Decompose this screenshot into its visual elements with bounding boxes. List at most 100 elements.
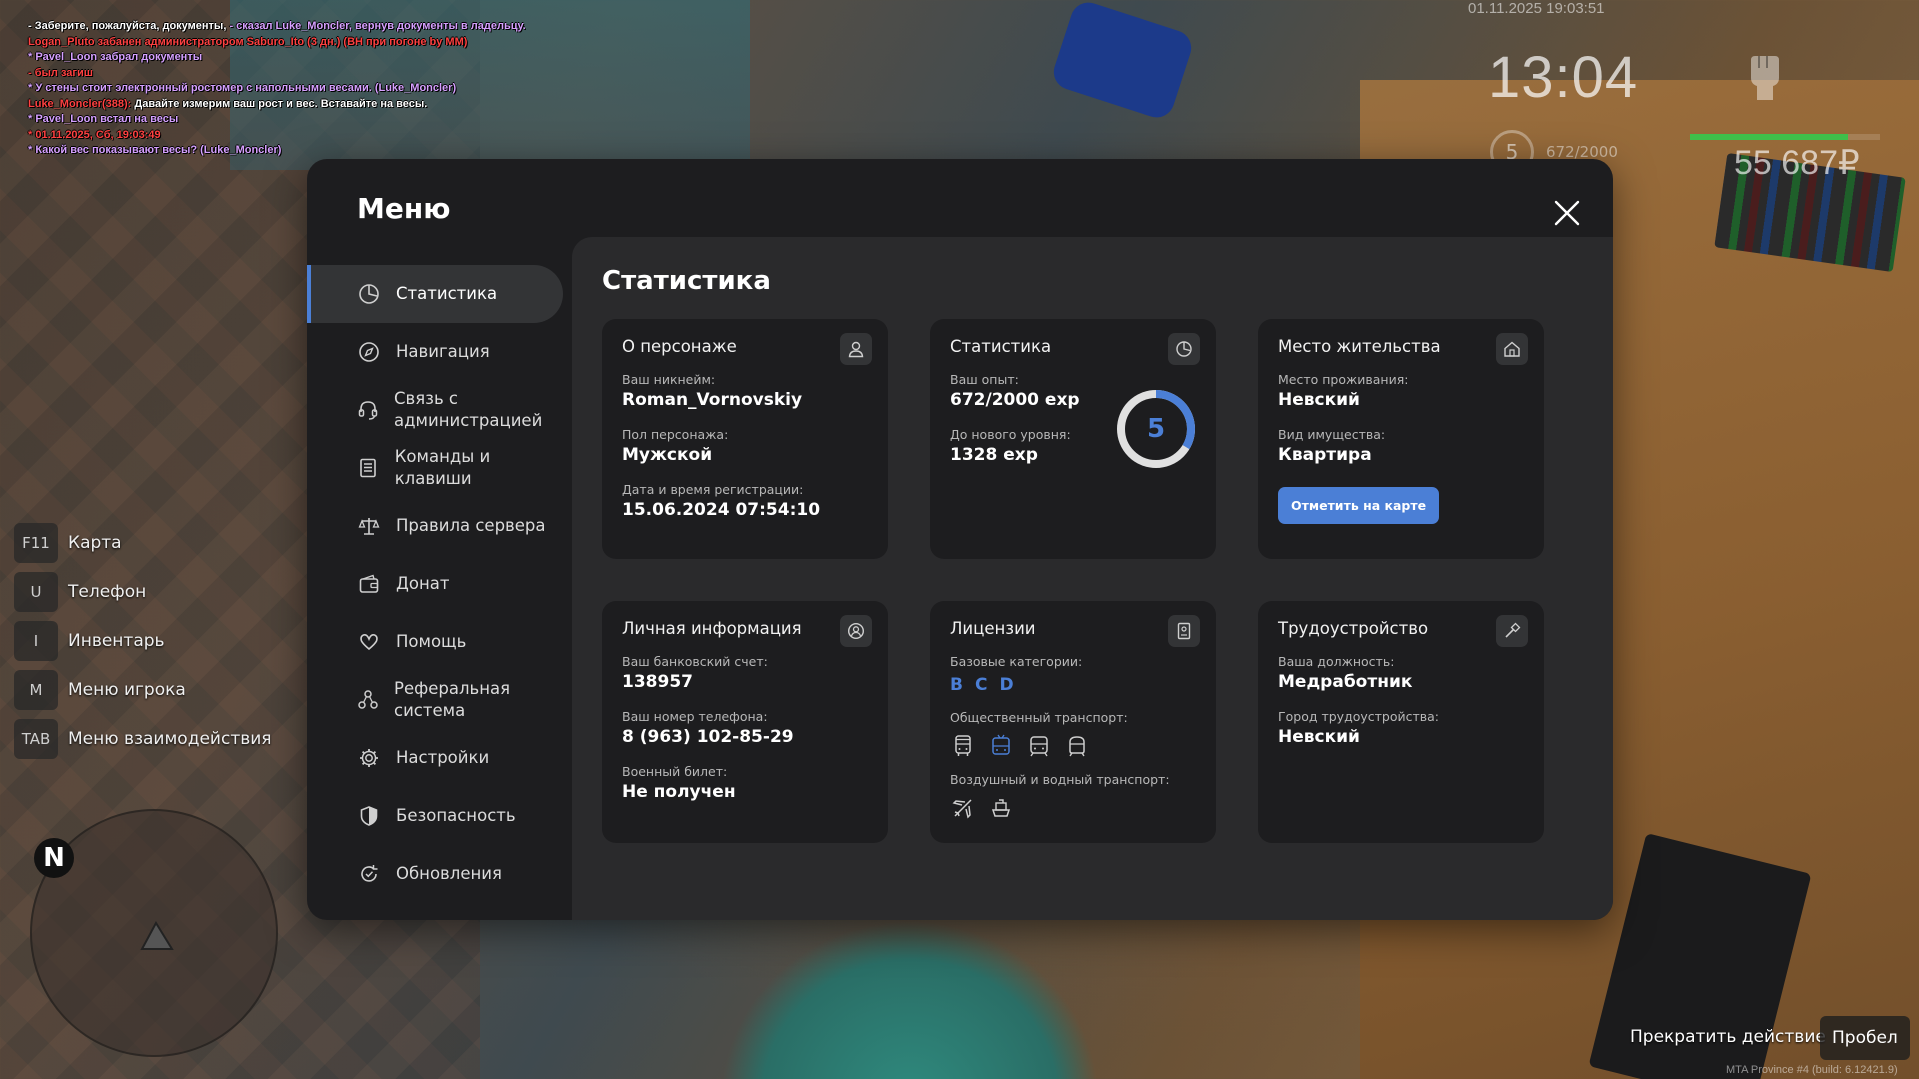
health-bar-fill (1690, 134, 1848, 140)
key-badge: I (14, 621, 58, 661)
nickname-value: Roman_Vornovskiy (622, 390, 803, 410)
shield-icon (357, 804, 381, 828)
field-label: Ваш номер телефона: (622, 709, 768, 724)
sidebar-item-label: Правила сервера (396, 516, 546, 535)
job-position-value: Медработник (1278, 672, 1413, 692)
airplane-icon (950, 795, 976, 821)
build-info: MTA Province #4 (build: 6.12421.9) (1726, 1064, 1898, 1076)
field-label: Базовые категории: (950, 654, 1083, 669)
mark-on-map-button[interactable]: Отметить на карте (1278, 487, 1440, 524)
chat-log: - Заберите, пожалуйста, документы, - ска… (28, 19, 528, 159)
wallet-icon (357, 572, 381, 596)
keybind-label: Телефон (68, 582, 147, 602)
sidebar-item-label: Обновления (396, 864, 502, 883)
sidebar-item-referral[interactable]: Реферальная система (307, 671, 563, 729)
chat-line: * Pavel_Loon забрал документы (28, 51, 203, 63)
card-character: О персонаже Ваш никнейм: Roman_Vornovski… (602, 319, 888, 559)
sidebar-item-navigation[interactable]: Навигация (307, 323, 563, 381)
close-button[interactable] (1547, 193, 1587, 233)
home-icon (1496, 333, 1528, 365)
referral-icon (357, 688, 379, 712)
keybind-inventory[interactable]: I Инвентарь (14, 620, 272, 662)
field-label: Ваш банковский счет: (622, 654, 768, 669)
chat-line: - был загиш (28, 66, 93, 79)
sidebar-item-statistics[interactable]: Статистика (307, 265, 563, 323)
keybind-label: Меню игрока (68, 680, 186, 700)
gear-icon (357, 746, 381, 770)
key-badge: F11 (14, 523, 58, 563)
tram-icon (1026, 733, 1052, 759)
sidebar-item-label: Безопасность (396, 806, 516, 825)
background-medical-bag (1049, 0, 1196, 123)
sidebar-item-donate[interactable]: Донат (307, 555, 563, 613)
card-title: Личная информация (622, 619, 802, 638)
field-label: Место проживания: (1278, 372, 1409, 387)
scales-icon (357, 514, 381, 538)
keybind-map[interactable]: F11 Карта (14, 522, 272, 564)
metro-icon (1064, 733, 1090, 759)
sidebar-item-commands[interactable]: Команды и клавиши (307, 439, 563, 497)
keybind-player-menu[interactable]: M Меню игрока (14, 669, 272, 711)
hud-date: 01.11.2025 19:03:51 (1468, 0, 1605, 17)
field-label: Ваша должность: (1278, 654, 1395, 669)
keybind-interaction-menu[interactable]: TAB Меню взаимодействия (14, 718, 272, 760)
menu-title: Меню (357, 192, 451, 225)
field-label: Дата и время регистрации: (622, 482, 804, 497)
phone-value: 8 (963) 102-85-29 (622, 727, 794, 747)
stop-action-hint: Прекратить действие (1630, 1027, 1826, 1047)
field-label: Ваш опыт: (950, 372, 1019, 387)
heart-hand-icon (357, 630, 381, 654)
chat-line: - Заберите, пожалуйста, документы, - ска… (28, 20, 526, 32)
key-badge: M (14, 670, 58, 710)
trolleybus-icon (988, 733, 1014, 759)
chat-line: * 01.11.2025, Сб, 19:03:49 (28, 128, 161, 141)
field-label: Военный билет: (622, 764, 728, 779)
background-player-character (720, 920, 1100, 1079)
user-circle-icon (840, 615, 872, 647)
military-id-value: Не получен (622, 782, 736, 802)
chat-line: Luke_Moncler(388): Давайте измерим ваш р… (28, 97, 428, 110)
keybind-label: Меню взаимодействия (68, 729, 272, 749)
sidebar-item-admin-contact[interactable]: Связь с администрацией (307, 381, 563, 439)
field-label: Общественный транспорт: (950, 710, 1128, 725)
card-licenses: Лицензии Базовые категории: B C D Общест… (930, 601, 1216, 843)
sidebar-item-label: Донат (396, 574, 450, 593)
sidebar-item-settings[interactable]: Настройки (307, 729, 563, 787)
sidebar-item-security[interactable]: Безопасность (307, 787, 563, 845)
sidebar-item-help[interactable]: Помощь (307, 613, 563, 671)
sidebar-item-updates[interactable]: Обновления (307, 845, 563, 903)
bus-icon (950, 733, 976, 759)
sidebar-item-label: Статистика (396, 284, 498, 303)
sidebar-item-server-rules[interactable]: Правила сервера (307, 497, 563, 555)
residence-place-value: Невский (1278, 390, 1360, 410)
sidebar-item-label: Команды и клавиши (394, 447, 491, 488)
sidebar-item-label: Настройки (396, 748, 490, 767)
card-title: Трудоустройство (1278, 619, 1429, 638)
page-title: Статистика (602, 266, 771, 296)
document-icon (357, 456, 380, 480)
level-progress-ring: 5 (1116, 389, 1196, 469)
stats-icon (1168, 333, 1200, 365)
license-category: D (999, 675, 1014, 695)
hud-clock: 13:04 (1488, 45, 1639, 110)
player-menu-window: Меню Статистика Навигация Связь с админи… (307, 159, 1613, 920)
license-card-icon (1168, 615, 1200, 647)
level-value: 5 (1146, 414, 1166, 444)
space-key-badge[interactable]: Пробел (1820, 1016, 1910, 1060)
chat-line: Logan_Pluto забанен администратором Sabu… (28, 35, 468, 48)
license-categories: B C D (950, 675, 1196, 695)
card-employment: Трудоустройство Ваша должность: Медработ… (1258, 601, 1544, 843)
fist-icon (1745, 52, 1785, 108)
sidebar-item-label: Навигация (396, 342, 490, 361)
content-panel: Статистика О персонаже Ваш никнейм: Roma… (572, 237, 1613, 920)
keybind-phone[interactable]: U Телефон (14, 571, 272, 613)
menu-sidebar: Статистика Навигация Связь с администрац… (307, 265, 563, 903)
field-label: Город трудоустройства: (1278, 709, 1440, 724)
hud-money: 55 687₽ (1734, 144, 1860, 182)
bank-account-value: 138957 (622, 672, 693, 692)
ship-icon (988, 795, 1014, 821)
keybind-label: Инвентарь (68, 631, 165, 651)
north-indicator: N (34, 838, 74, 878)
field-label: Пол персонажа: (622, 427, 729, 442)
license-category: C (974, 675, 988, 695)
